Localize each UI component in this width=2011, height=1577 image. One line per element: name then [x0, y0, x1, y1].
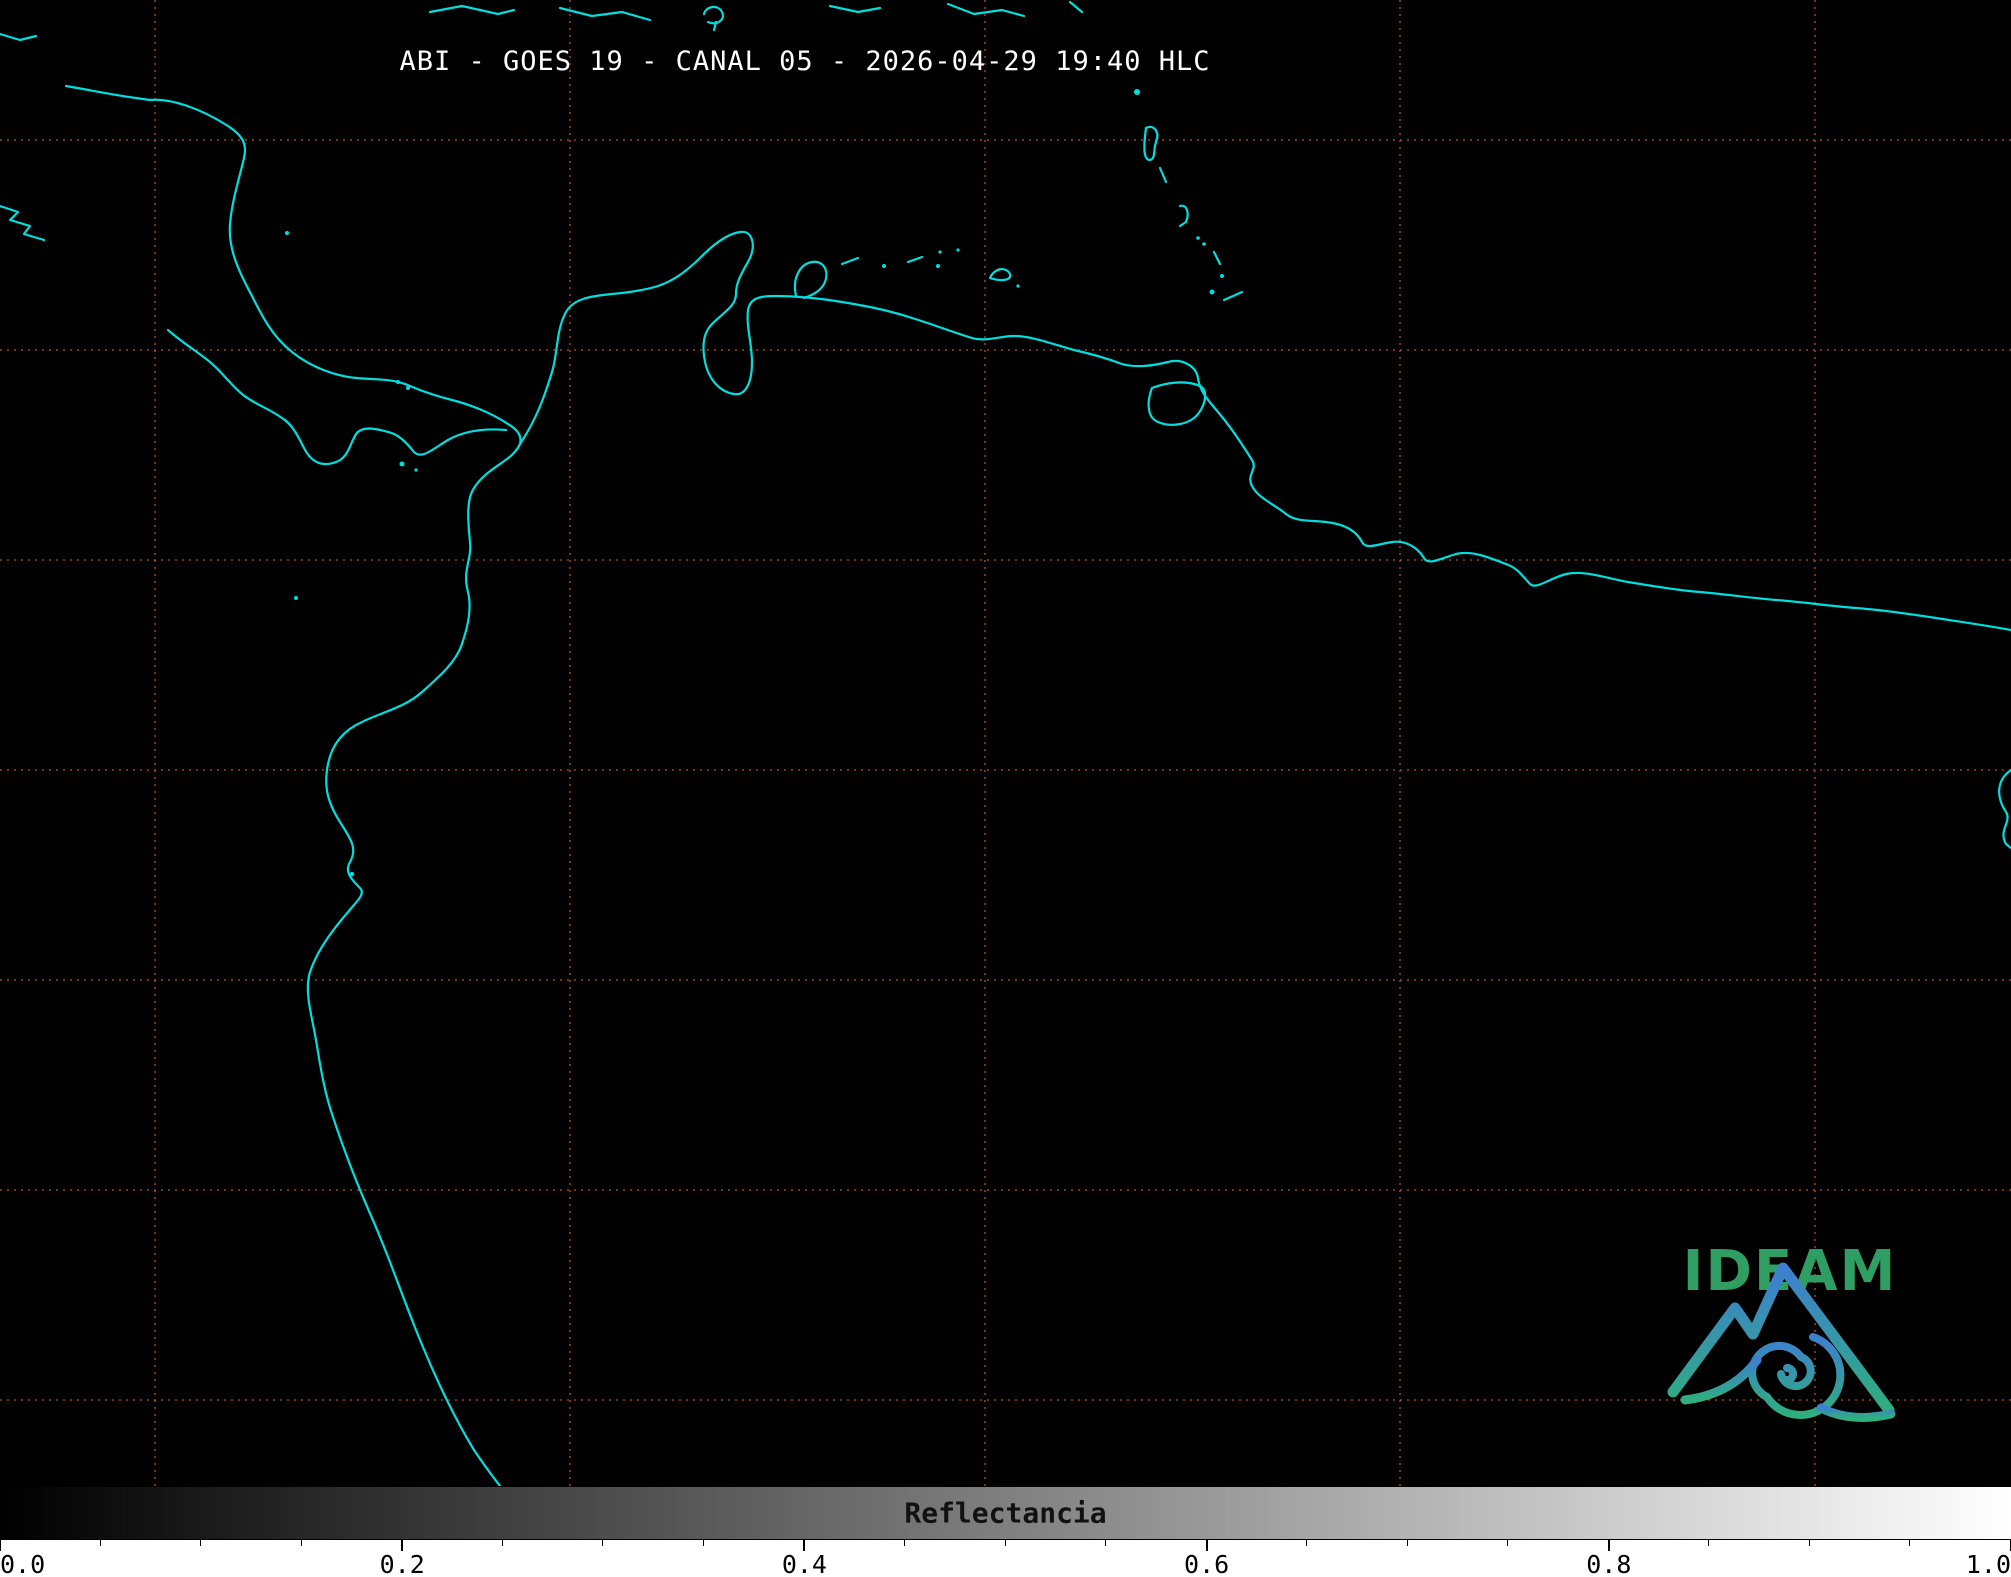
island-dot — [1202, 242, 1206, 246]
island-dot — [936, 264, 940, 268]
coast-fragment-top — [558, 6, 652, 22]
island-dot — [406, 386, 410, 390]
colorbar-minor-tick — [702, 1540, 704, 1546]
colorbar-minor-tick — [300, 1540, 302, 1546]
coast-fragment-topleft — [0, 32, 38, 42]
colorbar-tick-label: 0.4 — [781, 1550, 827, 1577]
colorbar: Reflectancia — [0, 1486, 2011, 1540]
island-dot — [396, 380, 400, 384]
island-tobago — [1222, 290, 1244, 302]
island-dot — [1134, 89, 1140, 95]
island-dot — [414, 468, 418, 472]
colorbar-minor-tick — [1808, 1540, 1810, 1546]
image-title: ABI - GOES 19 - CANAL 05 - 2026-04-29 19… — [399, 46, 1211, 77]
coastline-paraguana — [793, 260, 828, 300]
logo-base-right — [1816, 1403, 1896, 1422]
colorbar-minor-tick — [1306, 1540, 1308, 1546]
colorbar-tick-label: 0.6 — [1184, 1550, 1230, 1577]
colorbar-minor-tick — [602, 1540, 604, 1546]
coast-fragment-right-edge — [1998, 768, 2011, 850]
island-dot — [938, 250, 942, 254]
colorbar-minor-tick — [501, 1540, 503, 1546]
coast-fragment-top — [428, 4, 516, 16]
coastline-pacific-south-america — [306, 442, 522, 1486]
colorbar-minor-tick — [1909, 1540, 1911, 1546]
coast-fragment-top — [702, 5, 724, 32]
island-antilles-4 — [1212, 250, 1222, 266]
colorbar-minor-tick — [99, 1540, 101, 1546]
island-dot — [399, 461, 405, 467]
island-dot — [956, 248, 960, 252]
colorbar-minor-tick — [1004, 1540, 1006, 1546]
colorbar-tick-label: 0.0 — [0, 1550, 46, 1577]
logo-mountain — [1667, 1262, 1895, 1416]
logo-swirl — [1748, 1333, 1845, 1419]
island-trinidad — [1147, 381, 1207, 426]
island-dot — [294, 596, 298, 600]
island-aruba — [840, 256, 860, 266]
colorbar-minor-tick — [200, 1540, 202, 1546]
colorbar-tick-label: 1.0 — [1965, 1550, 2011, 1577]
ideam-logo-graphic — [1667, 1262, 1896, 1422]
colorbar-minor-tick — [1708, 1540, 1710, 1546]
coastline-caribbean-south-america — [518, 230, 2011, 632]
colorbar-minor-tick — [1406, 1540, 1408, 1546]
island-antilles-2 — [1158, 166, 1168, 184]
island-dot — [1016, 284, 1020, 288]
island-dot — [1220, 274, 1224, 278]
island-bonaire — [906, 255, 924, 264]
island-dot — [349, 871, 355, 877]
coast-fragment-top — [1068, 0, 1084, 14]
island-dot — [1209, 289, 1215, 295]
map-area: ABI - GOES 19 - CANAL 05 - 2026-04-29 19… — [0, 0, 2011, 1486]
colorbar-minor-tick — [1507, 1540, 1509, 1546]
colorbar-label: Reflectancia — [904, 1496, 1107, 1530]
island-antilles-3 — [1178, 204, 1189, 228]
island-antilles-1 — [1143, 125, 1159, 162]
colorbar-minor-tick — [903, 1540, 905, 1546]
ideam-logo: IDEAM — [1655, 1244, 1925, 1482]
colorbar-tick-label: 0.8 — [1586, 1550, 1632, 1577]
island-dot — [882, 264, 886, 268]
island-margarita — [988, 268, 1012, 282]
colorbar-tick-label: 0.2 — [379, 1550, 425, 1577]
island-dot — [1196, 236, 1200, 240]
coast-fragment-left-edge — [0, 204, 46, 242]
colorbar-axis: 0.0 0.2 0.4 0.6 0.8 1.0 — [0, 1540, 2011, 1577]
coast-fragment-top — [828, 4, 882, 14]
satellite-image-figure: ABI - GOES 19 - CANAL 05 - 2026-04-29 19… — [0, 0, 2011, 1577]
coast-fragment-top — [946, 2, 1026, 18]
colorbar-minor-tick — [1105, 1540, 1107, 1546]
island-dot — [285, 231, 289, 235]
